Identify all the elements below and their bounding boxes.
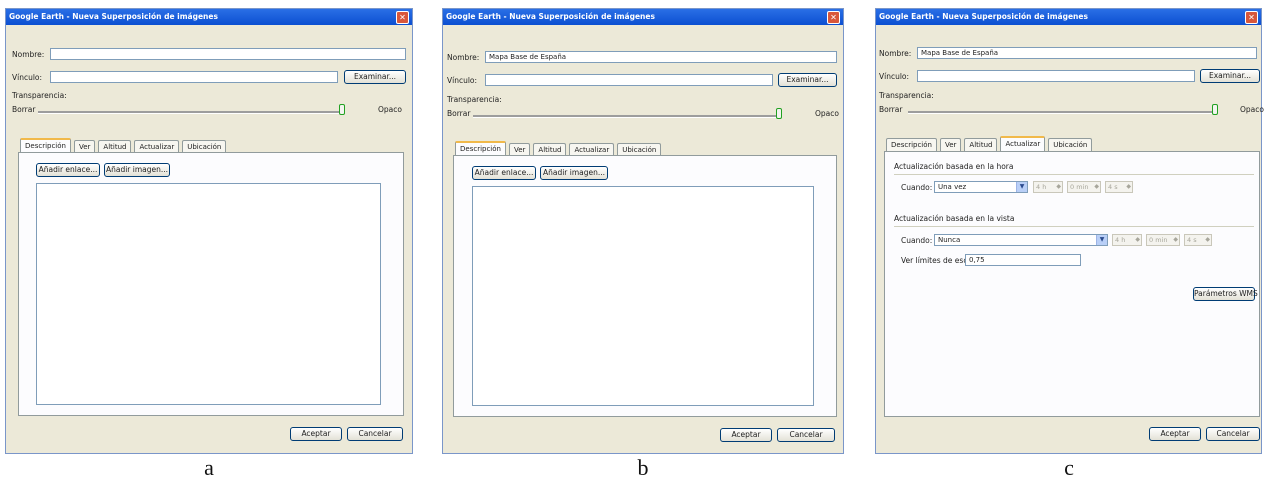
refresh-time-cuando-label: Cuando: bbox=[901, 183, 933, 192]
aceptar-button[interactable]: Aceptar bbox=[290, 427, 342, 441]
cancelar-button[interactable]: Cancelar bbox=[347, 427, 403, 441]
cancelar-button[interactable]: Cancelar bbox=[1206, 427, 1260, 441]
refresh-view-seconds-spin: 4 s ◆ bbox=[1184, 234, 1212, 246]
tab-ubicacion[interactable]: Ubicación bbox=[1048, 138, 1093, 151]
refresh-view-divider bbox=[894, 226, 1254, 227]
refresh-view-cuando-value: Nunca bbox=[938, 236, 961, 244]
tab-bar: Descripción Ver Altitud Actualizar Ubicación bbox=[455, 141, 664, 156]
borrar-label: Borrar bbox=[12, 105, 36, 114]
transparencia-label: Transparencia: bbox=[12, 91, 67, 100]
dialog-c: Google Earth - Nueva Superposición de im… bbox=[875, 8, 1264, 454]
transparency-slider-track[interactable] bbox=[38, 111, 344, 114]
nombre-input[interactable] bbox=[50, 48, 406, 60]
vinculo-input[interactable] bbox=[50, 71, 338, 83]
close-icon[interactable]: ✕ bbox=[396, 11, 409, 24]
anadir-enlace-button[interactable]: Añadir enlace... bbox=[472, 166, 536, 180]
vinculo-label: Vínculo: bbox=[879, 72, 910, 81]
descripcion-textarea[interactable] bbox=[472, 186, 814, 406]
chevron-down-icon: ▼ bbox=[1016, 182, 1027, 192]
vinculo-label: Vínculo: bbox=[447, 76, 478, 85]
caption-b: b bbox=[637, 455, 649, 480]
vinculo-label: Vínculo: bbox=[12, 73, 43, 82]
tab-altitud[interactable]: Altitud bbox=[964, 138, 998, 151]
tab-descripcion[interactable]: Descripción bbox=[20, 138, 71, 153]
examinar-button[interactable]: Examinar... bbox=[344, 70, 406, 84]
tab-bar: Descripción Ver Altitud Actualizar Ubicación bbox=[20, 138, 229, 153]
examinar-button[interactable]: Examinar... bbox=[1200, 69, 1260, 83]
limites-escala-input[interactable]: 0,75 bbox=[965, 254, 1081, 266]
vinculo-input[interactable] bbox=[917, 70, 1195, 82]
nombre-input[interactable]: Mapa Base de España bbox=[917, 47, 1257, 59]
transparency-slider-thumb[interactable] bbox=[776, 108, 782, 119]
opaco-label: Opaco bbox=[378, 105, 402, 114]
tab-descripcion[interactable]: Descripción bbox=[886, 138, 937, 151]
chevron-down-icon: ▼ bbox=[1096, 235, 1107, 245]
anadir-imagen-button[interactable]: Añadir imagen... bbox=[540, 166, 608, 180]
window-title: Google Earth - Nueva Superposición de im… bbox=[443, 9, 843, 25]
close-icon[interactable]: ✕ bbox=[827, 11, 840, 24]
refresh-time-title: Actualización basada en la hora bbox=[894, 162, 1014, 171]
transparencia-label: Transparencia: bbox=[447, 95, 502, 104]
transparency-slider-track[interactable] bbox=[908, 111, 1218, 114]
actualizar-panel: Actualización basada en la hora Cuando: … bbox=[884, 151, 1260, 417]
tab-bar: Descripción Ver Altitud Actualizar Ubicación bbox=[886, 136, 1095, 151]
nombre-input[interactable]: Mapa Base de España bbox=[485, 51, 837, 63]
transparency-slider-thumb[interactable] bbox=[1212, 104, 1218, 115]
opaco-label: Opaco bbox=[1240, 105, 1264, 114]
close-icon[interactable]: ✕ bbox=[1245, 11, 1258, 24]
refresh-time-minutes-spin: 0 min ◆ bbox=[1067, 181, 1101, 193]
transparencia-label: Transparencia: bbox=[879, 91, 934, 100]
nombre-label: Nombre: bbox=[879, 49, 912, 58]
opaco-label: Opaco bbox=[815, 109, 839, 118]
refresh-time-cuando-select[interactable]: Una vez ▼ bbox=[934, 181, 1028, 193]
descripcion-textarea[interactable] bbox=[36, 183, 381, 405]
caption-a: a bbox=[204, 455, 214, 480]
examinar-button[interactable]: Examinar... bbox=[778, 73, 837, 87]
caption-c: c bbox=[1064, 455, 1074, 480]
refresh-view-title: Actualización basada en la vista bbox=[894, 214, 1015, 223]
anadir-enlace-button[interactable]: Añadir enlace... bbox=[36, 163, 100, 177]
refresh-time-cuando-value: Una vez bbox=[938, 183, 967, 191]
borrar-label: Borrar bbox=[879, 105, 903, 114]
refresh-view-cuando-select[interactable]: Nunca ▼ bbox=[934, 234, 1108, 246]
transparency-slider-track[interactable] bbox=[473, 115, 779, 118]
window-title: Google Earth - Nueva Superposición de im… bbox=[6, 9, 412, 25]
descripcion-panel: Añadir enlace... Añadir imagen... bbox=[453, 155, 837, 417]
nombre-label: Nombre: bbox=[447, 53, 480, 62]
tab-descripcion[interactable]: Descripción bbox=[455, 141, 506, 156]
tab-ver[interactable]: Ver bbox=[939, 138, 962, 151]
refresh-time-hours-spin: 4 h ◆ bbox=[1033, 181, 1063, 193]
borrar-label: Borrar bbox=[447, 109, 471, 118]
refresh-view-minutes-spin: 0 min ◆ bbox=[1146, 234, 1180, 246]
dialog-a: Google Earth - Nueva Superposición de im… bbox=[5, 8, 413, 454]
refresh-view-cuando-label: Cuando: bbox=[901, 236, 933, 245]
anadir-imagen-button[interactable]: Añadir imagen... bbox=[104, 163, 170, 177]
refresh-view-hours-spin: 4 h ◆ bbox=[1112, 234, 1142, 246]
tab-actualizar[interactable]: Actualizar bbox=[1000, 136, 1046, 151]
dialog-b: Google Earth - Nueva Superposición de im… bbox=[442, 8, 844, 454]
refresh-time-seconds-spin: 4 s ◆ bbox=[1105, 181, 1133, 193]
cancelar-button[interactable]: Cancelar bbox=[777, 428, 835, 442]
aceptar-button[interactable]: Aceptar bbox=[720, 428, 772, 442]
window-title: Google Earth - Nueva Superposición de im… bbox=[876, 9, 1261, 25]
aceptar-button[interactable]: Aceptar bbox=[1149, 427, 1201, 441]
transparency-slider-thumb[interactable] bbox=[339, 104, 345, 115]
vinculo-input[interactable] bbox=[485, 74, 773, 86]
nombre-label: Nombre: bbox=[12, 50, 45, 59]
descripcion-panel: Añadir enlace... Añadir imagen... bbox=[18, 152, 404, 416]
refresh-time-divider bbox=[894, 174, 1254, 175]
parametros-wms-button[interactable]: Parámetros WMS bbox=[1193, 287, 1258, 301]
